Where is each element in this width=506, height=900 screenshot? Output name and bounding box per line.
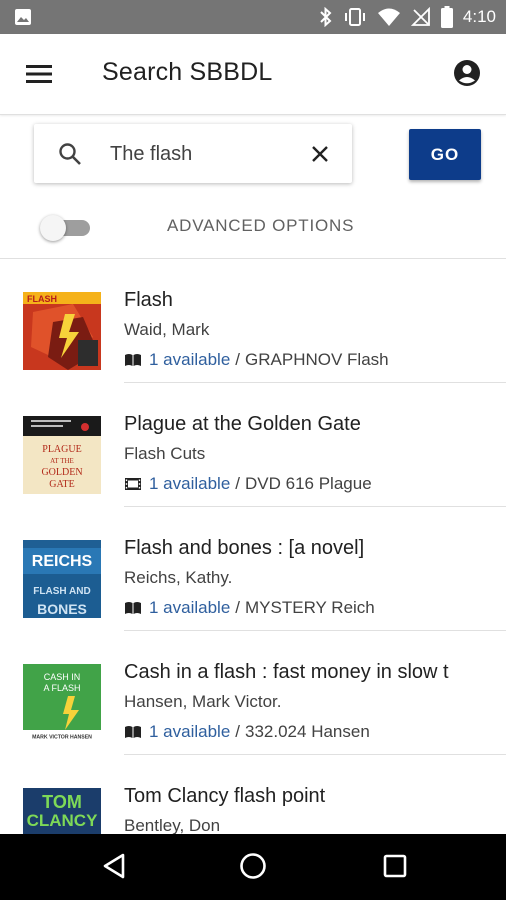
book-icon (125, 726, 141, 738)
availability-link[interactable]: 1 available (149, 598, 230, 618)
vibrate-icon (344, 8, 365, 26)
cover-text: GATE (49, 479, 75, 490)
availability-line: 1 available / DVD 616 Plague (124, 474, 372, 494)
advanced-options-toggle[interactable] (40, 213, 92, 241)
availability-line: 1 available / MYSTERY Reich (124, 598, 375, 618)
availability-line: 1 available / GRAPHNOV Flash (124, 350, 389, 370)
page-title: Search SBBDL (102, 58, 273, 86)
result-title: Plague at the Golden Gate (124, 413, 361, 435)
separator: / (235, 598, 241, 617)
cover-text: GOLDEN (41, 467, 82, 478)
call-number: DVD 616 Plague (245, 474, 372, 493)
cover-text: TOM (42, 792, 82, 812)
status-time: 4:10 (462, 7, 496, 26)
call-number: 332.024 Hansen (245, 722, 370, 741)
cover-text: BONES (37, 601, 87, 617)
cover-text: REICHS (32, 553, 93, 570)
separator: / (235, 474, 241, 493)
result-title: Flash and bones : [a novel] (124, 537, 365, 559)
book-icon (125, 354, 141, 366)
toggle-thumb (40, 215, 66, 241)
cover-text: MARK VICTOR HANSEN (32, 735, 92, 741)
cover-text: CASH IN (44, 672, 81, 682)
separator: / (235, 722, 241, 741)
result-item[interactable]: REICHS FLASH AND BONES Flash and bones :… (0, 507, 506, 631)
result-item[interactable]: TOM CLANCY Tom Clancy flash point Bentle… (0, 755, 506, 834)
result-author: Reichs, Kathy. (124, 568, 233, 587)
go-button[interactable]: GO (409, 129, 481, 180)
cover-text: A FLASH (43, 683, 80, 693)
status-bar: 4:10 (0, 0, 506, 34)
search-input[interactable] (110, 138, 290, 170)
image-icon (15, 9, 31, 25)
result-title: Flash (124, 289, 173, 311)
results-list: FLASH Flash Waid, Mark 1 available / GRA… (0, 259, 506, 834)
result-author: Bentley, Don (124, 816, 221, 834)
availability-link[interactable]: 1 available (149, 474, 230, 494)
cover-text: AT THE (50, 457, 74, 465)
availability-link[interactable]: 1 available (149, 722, 230, 742)
book-cover: CASH IN A FLASH MARK VICTOR HANSEN (23, 664, 101, 742)
recents-square-icon[interactable] (382, 852, 408, 880)
search-icon (59, 143, 81, 165)
dvd-cover: PLAGUE AT THE GOLDEN GATE (23, 416, 101, 494)
advanced-options-label: ADVANCED OPTIONS (167, 216, 355, 235)
result-title: Tom Clancy flash point (124, 785, 326, 807)
cover-text: FLASH AND (33, 586, 90, 597)
book-cover: TOM CLANCY (23, 788, 101, 834)
no-signal-icon (410, 7, 430, 26)
result-item[interactable]: CASH IN A FLASH MARK VICTOR HANSEN Cash … (0, 631, 506, 755)
hamburger-menu-icon[interactable] (24, 60, 54, 88)
battery-icon (440, 6, 453, 28)
call-number: GRAPHNOV Flash (245, 350, 389, 369)
result-author: Flash Cuts (124, 444, 206, 463)
book-icon (125, 602, 141, 614)
availability-line: 1 available / 332.024 Hansen (124, 722, 370, 742)
book-cover: FLASH (23, 292, 101, 370)
cover-text: CLANCY (27, 811, 98, 830)
account-circle-icon[interactable] (452, 58, 482, 88)
call-number: MYSTERY Reich (245, 598, 375, 617)
book-cover: REICHS FLASH AND BONES (23, 540, 101, 618)
back-triangle-icon[interactable] (101, 852, 127, 880)
cover-text: FLASH (27, 294, 57, 304)
result-author: Hansen, Mark Victor. (124, 692, 282, 711)
availability-link[interactable]: 1 available (149, 350, 230, 370)
result-title: Cash in a flash : fast money in slow t (124, 661, 449, 683)
bluetooth-icon (320, 7, 332, 27)
cover-text: PLAGUE (42, 444, 81, 455)
result-author: Waid, Mark (124, 320, 210, 339)
home-circle-icon[interactable] (239, 852, 267, 880)
result-item[interactable]: FLASH Flash Waid, Mark 1 available / GRA… (0, 259, 506, 383)
film-icon (125, 478, 141, 490)
close-icon[interactable] (310, 144, 330, 164)
system-nav-bar (0, 834, 506, 900)
search-box (34, 124, 352, 183)
separator: / (235, 350, 241, 369)
app-bar: Search SBBDL (0, 34, 506, 115)
wifi-icon (377, 8, 400, 26)
result-item[interactable]: PLAGUE AT THE GOLDEN GATE Plague at the … (0, 383, 506, 507)
